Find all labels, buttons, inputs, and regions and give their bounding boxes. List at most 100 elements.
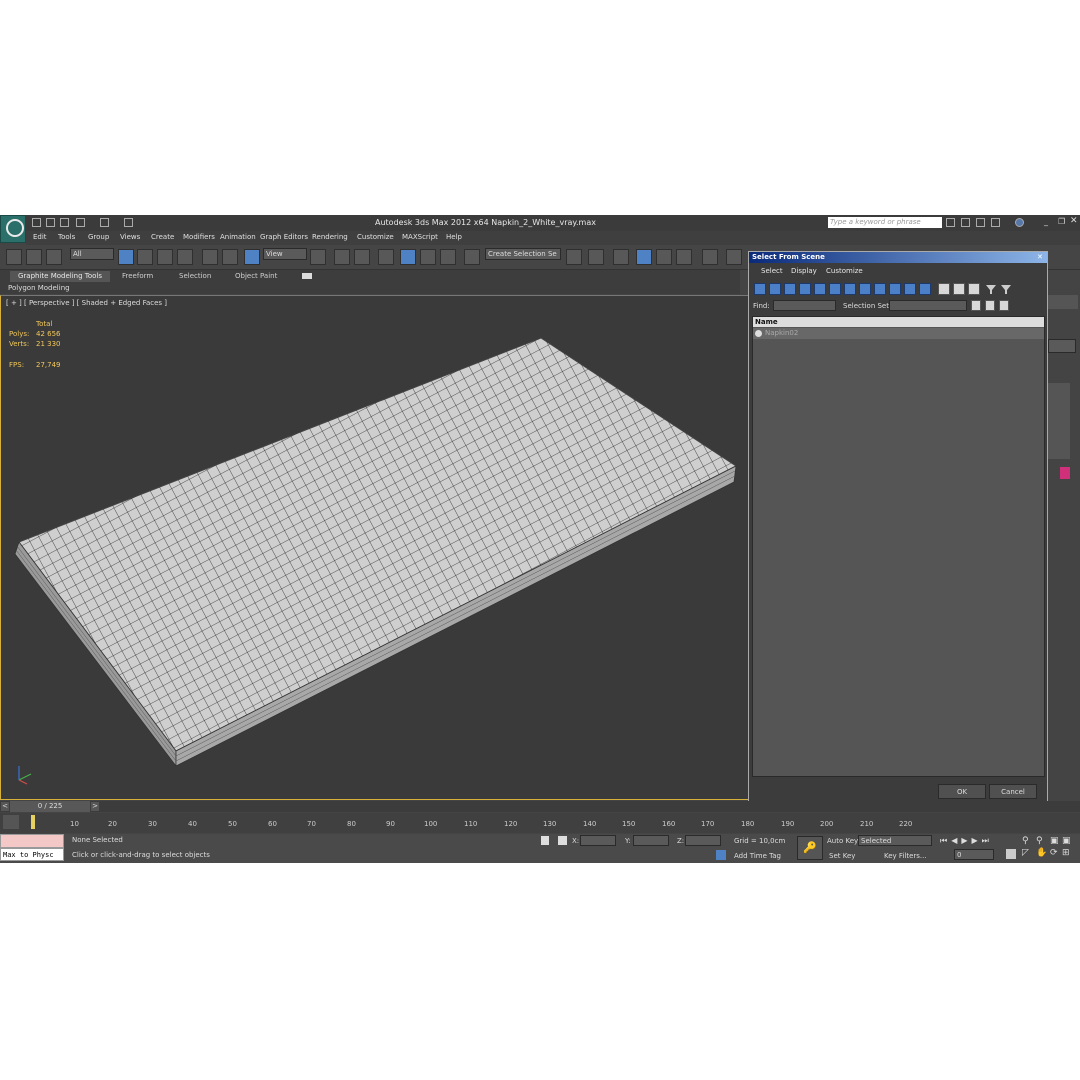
selection-filter-dropdown[interactable]: All [70,248,114,260]
select-none-icon[interactable] [953,283,965,295]
menu-group[interactable]: Group [88,233,109,241]
field-of-view-icon[interactable]: ◸ [1022,848,1029,858]
select-object-icon[interactable] [118,249,134,265]
menu-modifiers[interactable]: Modifiers [183,233,215,241]
dialog-close-icon[interactable]: ✕ [1037,253,1043,261]
add-time-tag-button[interactable]: Add Time Tag [734,852,781,860]
zoom-icon[interactable]: ⚲ [1022,836,1029,846]
select-all-icon[interactable] [938,283,950,295]
display-groups-icon[interactable] [844,283,856,295]
menu-views[interactable]: Views [120,233,140,241]
zoom-extents-icon[interactable]: ▣ [1050,836,1059,846]
viewport-navigation-controls[interactable]: ⚲ ⚲ ▣ ▣ ◸ ✋ ⟳ ⊞ [1022,836,1076,860]
menu-create[interactable]: Create [151,233,174,241]
percent-snap-icon[interactable] [420,249,436,265]
subscription-icon[interactable] [961,218,970,227]
filter-icon[interactable] [985,283,997,295]
maxscript-output[interactable]: Max to Physc [0,848,64,861]
snaps-toggle-icon[interactable] [378,249,394,265]
pan-hand-icon[interactable]: ✋ [1036,848,1047,858]
selection-set-remove-icon[interactable] [985,300,995,311]
auto-key-button[interactable]: Auto Key [827,837,858,845]
menu-edit[interactable]: Edit [33,233,47,241]
align-icon[interactable] [588,249,604,265]
mirror-icon[interactable] [566,249,582,265]
key-mode-dropdown[interactable]: Selected [858,835,932,846]
cancel-button[interactable]: Cancel [989,784,1037,799]
rotate-icon[interactable] [222,249,238,265]
display-hidden-icon[interactable] [919,283,931,295]
command-panel-tabs[interactable] [1048,295,1078,309]
bind-space-warp-icon[interactable] [46,249,62,265]
selection-set-create-icon[interactable] [971,300,981,311]
redo-icon[interactable] [100,218,109,227]
time-slider[interactable]: < 0 / 225 > [0,801,1080,812]
object-type-dropdown[interactable] [1048,339,1076,353]
x-coordinate-field[interactable] [580,835,616,846]
open-file-icon[interactable] [46,218,55,227]
search-input[interactable]: Type a keyword or phrase [828,217,942,228]
dialog-menu-select[interactable]: Select [761,267,783,275]
display-shapes-icon[interactable] [769,283,781,295]
list-item[interactable]: Napkin02 [753,328,1044,339]
favorites-star-icon[interactable] [991,218,1000,227]
curve-editor-icon[interactable] [656,249,672,265]
menu-animation[interactable]: Animation [220,233,256,241]
key-filters-button[interactable]: Key Filters... [884,852,927,860]
find-input[interactable] [773,300,836,311]
communication-center-icon[interactable] [976,218,985,227]
keyboard-shortcut-override-icon[interactable] [354,249,370,265]
undo-icon[interactable] [76,218,85,227]
track-bar[interactable]: 10 20 30 40 50 60 70 80 90 100 110 120 1… [0,813,1080,833]
filter-options-icon[interactable] [1000,283,1012,295]
select-invert-icon[interactable] [968,283,980,295]
menu-customize[interactable]: Customize [357,233,394,241]
move-icon[interactable] [202,249,218,265]
object-type-buttons[interactable] [1048,383,1070,459]
set-key-icon[interactable]: 🔑 [797,836,823,860]
ribbon-options-icon[interactable] [302,273,312,279]
display-xrefs-icon[interactable] [859,283,871,295]
restore-icon[interactable]: ❐ [1058,217,1065,226]
column-header-name[interactable]: Name [753,317,1044,327]
spinner-snap-icon[interactable] [440,249,456,265]
display-containers-icon[interactable] [889,283,901,295]
display-bones-icon[interactable] [874,283,886,295]
lock-selection-icon[interactable] [541,836,549,845]
scale-icon[interactable] [244,249,260,265]
display-space-warps-icon[interactable] [829,283,841,295]
menu-maxscript[interactable]: MAXScript [402,233,438,241]
menu-graph-editors[interactable]: Graph Editors [260,233,308,241]
mini-curve-editor-icon[interactable] [3,815,19,829]
time-slider-thumb[interactable]: 0 / 225 [10,801,90,812]
current-frame-field[interactable]: 0 [954,849,994,860]
window-crossing-icon[interactable] [177,249,193,265]
y-coordinate-field[interactable] [633,835,669,846]
reference-coordinate-dropdown[interactable]: View [263,248,307,260]
tab-graphite-modeling-tools[interactable]: Graphite Modeling Tools [10,271,111,282]
zoom-extents-all-icon[interactable]: ▣ [1062,836,1071,846]
graphite-toggle-icon[interactable] [636,249,652,265]
tab-selection[interactable]: Selection [171,271,219,282]
display-lights-icon[interactable] [784,283,796,295]
display-geometry-icon[interactable] [754,283,766,295]
maximize-viewport-icon[interactable]: ⊞ [1062,848,1070,858]
time-tag-icon[interactable] [716,850,726,860]
schematic-view-icon[interactable] [676,249,692,265]
z-coordinate-field[interactable] [685,835,721,846]
tab-object-paint[interactable]: Object Paint [227,271,285,282]
time-configuration-icon[interactable] [1006,849,1016,859]
app-logo-button[interactable] [0,215,26,243]
tab-freeform[interactable]: Freeform [114,271,161,282]
selection-set-select-icon[interactable] [999,300,1009,311]
material-editor-icon[interactable] [702,249,718,265]
named-selection-set-dropdown[interactable]: Create Selection Se [485,248,561,260]
object-color-swatch[interactable] [1060,467,1070,479]
new-file-icon[interactable] [32,218,41,227]
absolute-mode-icon[interactable] [558,836,567,845]
display-cameras-icon[interactable] [799,283,811,295]
set-key-button[interactable]: Set Key [829,852,855,860]
project-folder-icon[interactable] [124,218,133,227]
display-helpers-icon[interactable] [814,283,826,295]
close-icon[interactable]: ✕ [1070,216,1078,226]
